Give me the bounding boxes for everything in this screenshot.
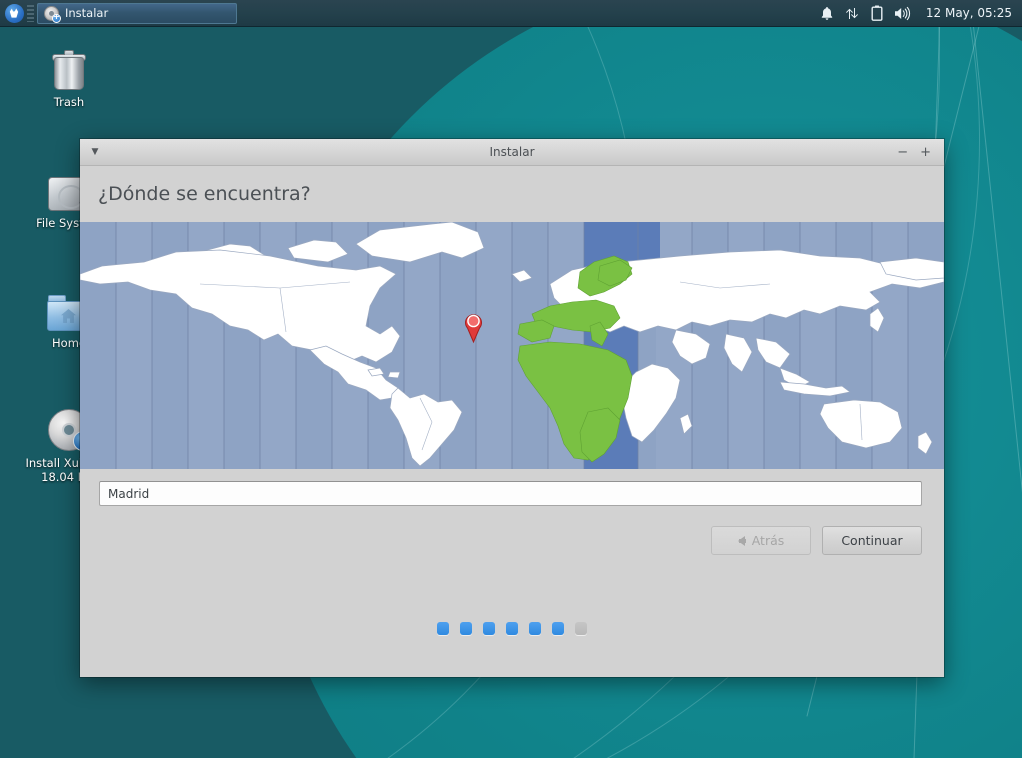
installer-disc-icon: [44, 5, 61, 23]
continue-button-label: Continuar: [841, 533, 903, 548]
maximize-button[interactable]: +: [920, 146, 931, 159]
progress-dot: [552, 622, 564, 635]
installer-window: ▼ Instalar − + ¿Dónde se encuentra? Madr…: [80, 139, 944, 677]
desktop-icon-trash[interactable]: Trash: [24, 42, 114, 109]
window-titlebar[interactable]: ▼ Instalar − +: [80, 139, 944, 166]
desktop-icon-label: Trash: [53, 95, 85, 109]
trash-icon: [24, 42, 114, 90]
window-title: Instalar: [489, 145, 535, 159]
progress-dot: [575, 622, 587, 635]
minimize-button[interactable]: −: [897, 146, 908, 159]
city-field-row: [80, 469, 944, 506]
chevron-down-icon[interactable]: ▼: [80, 147, 102, 157]
network-up-down-icon[interactable]: [845, 6, 860, 21]
progress-dot: [483, 622, 495, 635]
applications-menu-button[interactable]: [2, 2, 26, 25]
progress-dot: [437, 622, 449, 635]
progress-dot: [506, 622, 518, 635]
arrow-left-icon: [737, 535, 746, 546]
continue-button[interactable]: Continuar: [822, 526, 922, 555]
timezone-map-svg: [80, 222, 944, 469]
page-title: ¿Dónde se encuentra?: [98, 183, 311, 205]
panel-drag-handle[interactable]: [27, 4, 34, 22]
xubuntu-mouse-logo-icon: [4, 3, 24, 23]
taskbar-item-label: Instalar: [65, 6, 109, 20]
city-input[interactable]: [99, 481, 922, 506]
progress-dot: [460, 622, 472, 635]
timezone-map[interactable]: [80, 222, 944, 469]
progress-dot: [529, 622, 541, 635]
speaker-icon[interactable]: [894, 6, 911, 21]
progress-dots: [80, 622, 944, 677]
dialog-buttons: Atrás Continuar: [80, 506, 944, 555]
clock[interactable]: 12 May, 05:25: [926, 6, 1012, 20]
taskbar-item-instalar[interactable]: Instalar: [37, 2, 237, 24]
taskbar-panel: Instalar 12 May, 05:25: [0, 0, 1022, 27]
bell-icon[interactable]: [820, 6, 834, 21]
back-button[interactable]: Atrás: [711, 526, 811, 555]
back-button-label: Atrás: [751, 533, 785, 548]
system-tray: 12 May, 05:25: [820, 5, 1022, 21]
battery-icon[interactable]: [871, 5, 883, 21]
